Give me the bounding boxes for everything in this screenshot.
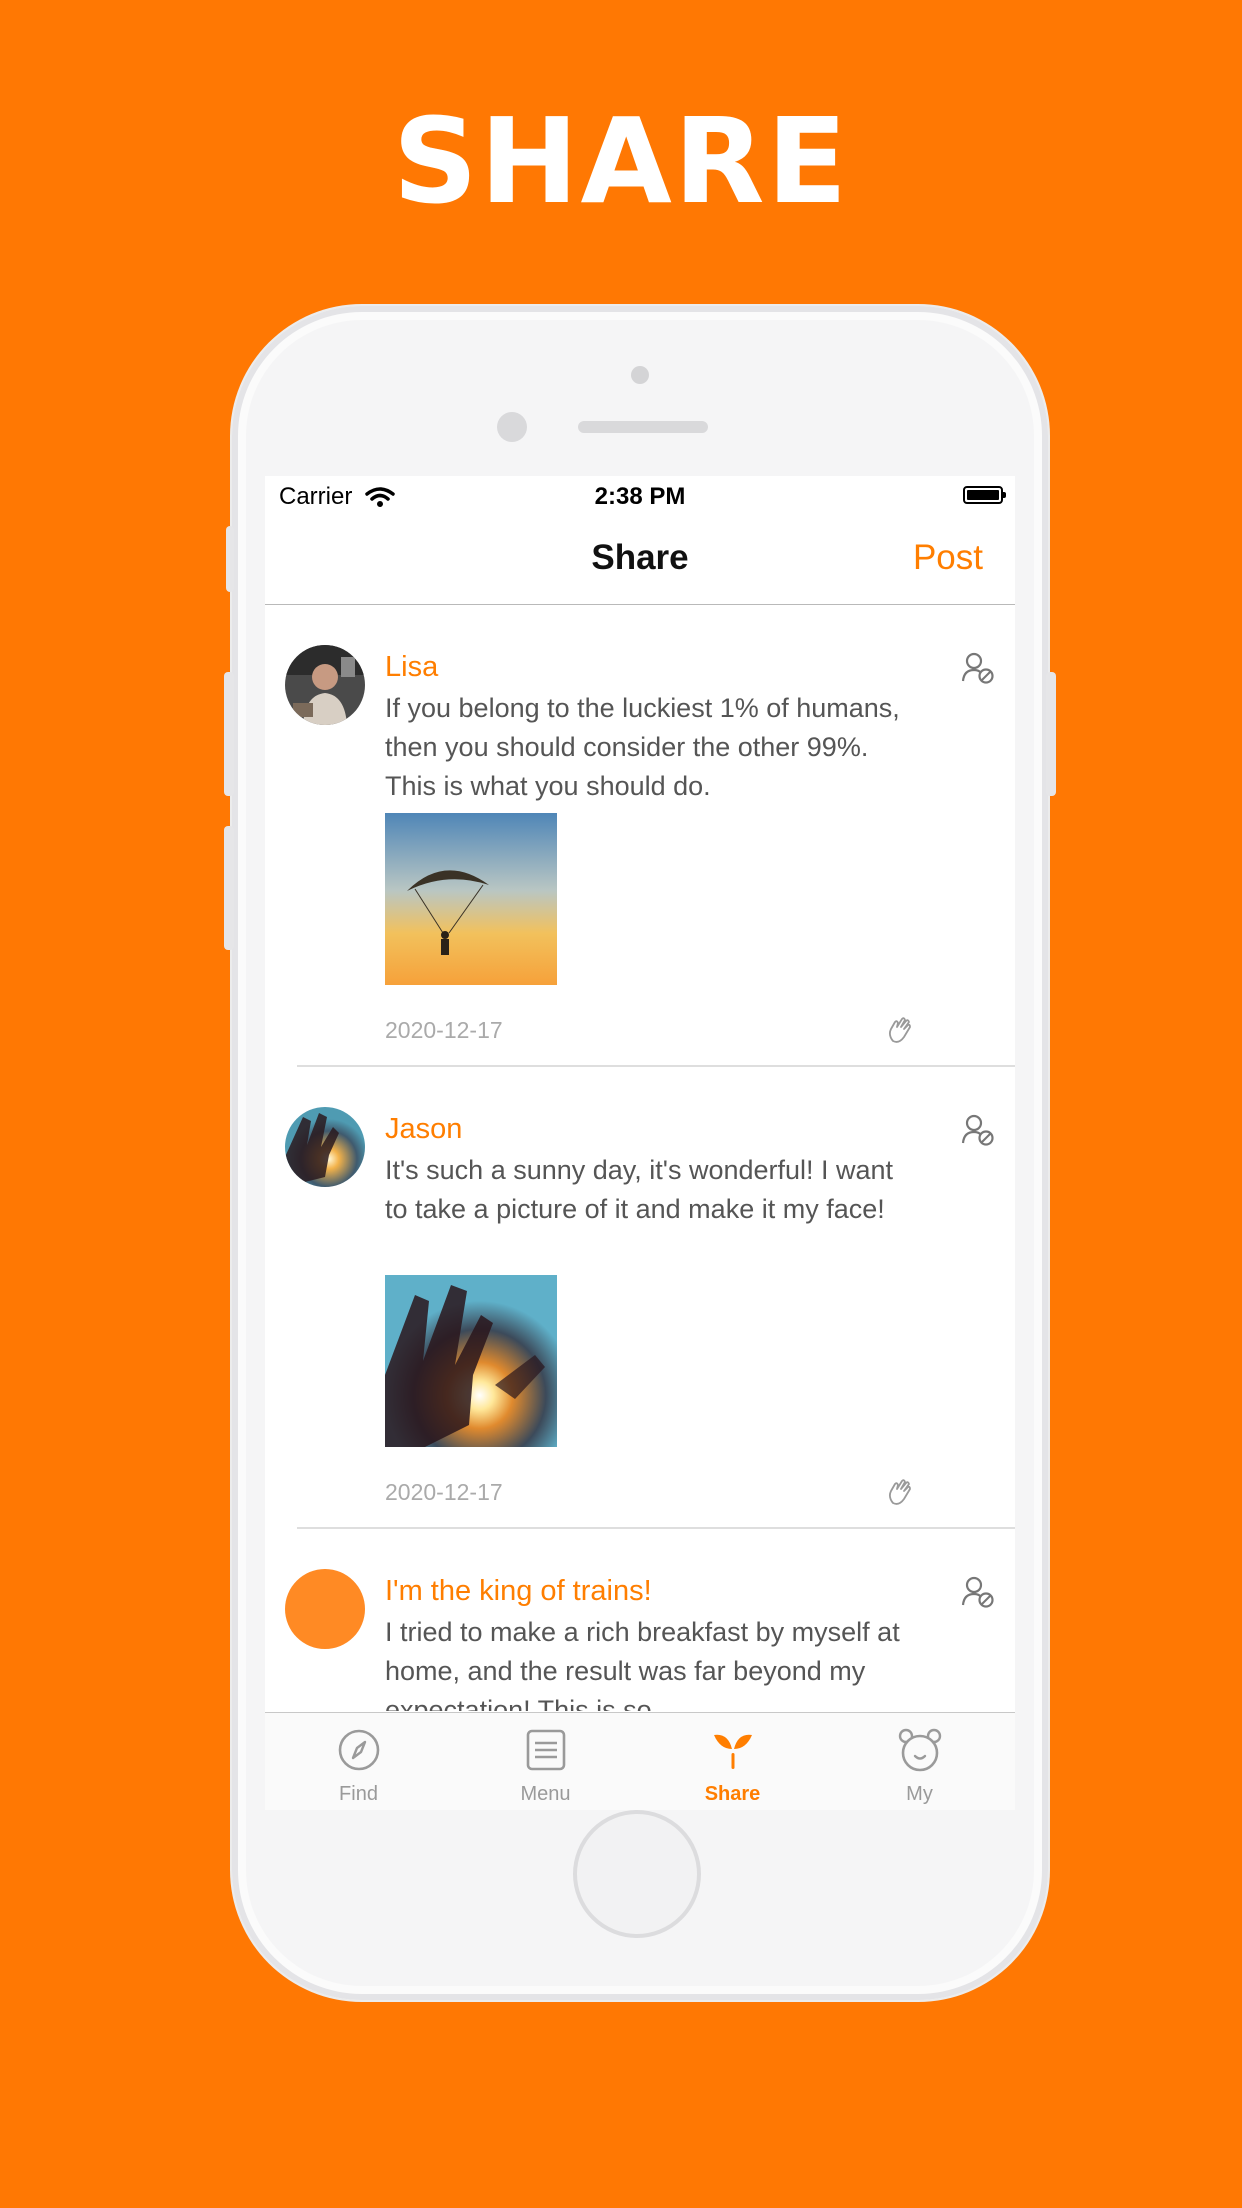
tab-menu[interactable]: Menu (452, 1713, 639, 1810)
tab-label: Share (704, 1783, 761, 1805)
front-camera (497, 412, 527, 442)
app-screen: Carrier 2:38 PM Share Post Lisa If you b… (265, 476, 1015, 1810)
tab-label: My (906, 1783, 933, 1805)
sprout-icon (710, 1727, 756, 1773)
volume-down-button (224, 826, 234, 950)
battery-icon (963, 486, 1006, 504)
bear-face-icon (897, 1727, 943, 1773)
tab-label: Menu (520, 1783, 571, 1805)
tab-share[interactable]: Share (639, 1713, 826, 1810)
post-username[interactable]: Lisa (385, 651, 438, 684)
front-sensor (631, 366, 649, 384)
power-button (1046, 672, 1056, 796)
avatar[interactable] (285, 645, 365, 725)
post-date: 2020-12-17 (385, 1017, 503, 1043)
clap-icon[interactable] (885, 1015, 915, 1050)
post-text: If you belong to the luckiest 1% of huma… (385, 693, 900, 801)
home-button[interactable] (573, 1810, 701, 1938)
follow-user-icon[interactable] (961, 1575, 995, 1614)
follow-user-icon[interactable] (961, 1113, 995, 1152)
feed-post: I'm the king of trains! I tried to make … (265, 1529, 1015, 1711)
share-feed[interactable]: Lisa If you belong to the luckiest 1% of… (265, 605, 1015, 1711)
follow-user-icon[interactable] (961, 651, 995, 690)
post-image[interactable] (385, 1275, 557, 1447)
earpiece-speaker (578, 421, 708, 433)
post-image[interactable] (385, 813, 557, 985)
post-date: 2020-12-17 (385, 1479, 503, 1505)
post-button[interactable]: Post (913, 538, 983, 578)
clap-icon[interactable] (885, 1477, 915, 1512)
navigation-bar: Share Post (265, 516, 1015, 605)
avatar[interactable] (285, 1107, 365, 1187)
tab-find[interactable]: Find (265, 1713, 452, 1810)
compass-icon (336, 1727, 382, 1773)
page-title: Share (591, 538, 689, 577)
feed-post: Jason It's such a sunny day, it's wonder… (265, 1067, 1015, 1529)
page-headline: SHARE (392, 92, 850, 230)
menu-list-icon (523, 1727, 569, 1773)
avatar[interactable] (285, 1569, 365, 1649)
tab-bar: Find Menu Share My (265, 1712, 1015, 1810)
status-time: 2:38 PM (594, 483, 686, 510)
post-text: It's such a sunny day, it's wonderful! I… (385, 1155, 894, 1224)
post-username[interactable]: I'm the king of trains! (385, 1575, 652, 1608)
feed-post: Lisa If you belong to the luckiest 1% of… (265, 605, 1015, 1067)
status-bar: Carrier 2:38 PM (265, 476, 1015, 516)
post-username[interactable]: Jason (385, 1113, 462, 1146)
volume-up-button (224, 672, 234, 796)
tab-my[interactable]: My (826, 1713, 1013, 1810)
tab-label: Find (339, 1783, 378, 1805)
post-text: I tried to make a rich breakfast by myse… (385, 1617, 900, 1711)
mute-switch (226, 526, 234, 592)
